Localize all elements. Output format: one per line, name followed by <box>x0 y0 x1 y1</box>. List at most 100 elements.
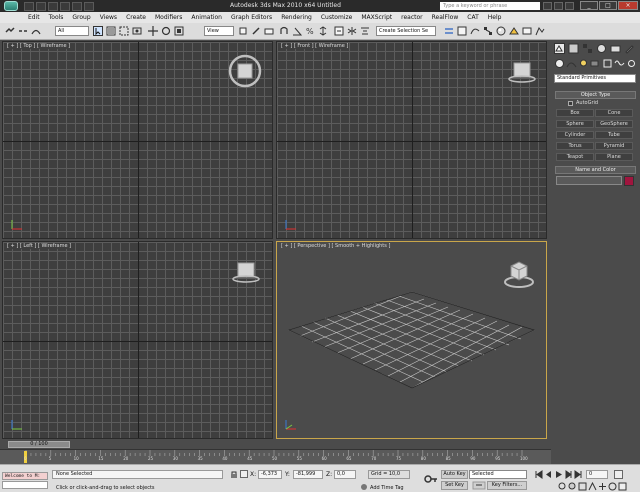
sphere-button[interactable]: Sphere <box>556 120 594 128</box>
mirror-icon[interactable] <box>347 26 357 36</box>
torus-button[interactable]: Torus <box>556 142 594 150</box>
viewport-top[interactable]: [ + ] [ Top ] [ Wireframe ] <box>2 41 273 239</box>
helpers-icon[interactable] <box>602 58 613 69</box>
viewcube-icon[interactable] <box>507 60 537 84</box>
object-category-select[interactable]: Standard Primitives <box>554 74 636 83</box>
lock-selection-icon[interactable] <box>230 470 238 479</box>
maximize-viewport-icon[interactable] <box>618 482 627 491</box>
viewcube-icon[interactable] <box>227 54 263 88</box>
named-selection-set-select[interactable]: Create Selection Se <box>376 26 436 36</box>
select-and-scale-icon[interactable] <box>174 26 184 36</box>
field-of-view-icon[interactable] <box>588 482 597 491</box>
minimize-button[interactable]: _ <box>580 1 598 10</box>
systems-icon[interactable] <box>626 58 637 69</box>
graphite-modeling-tools-icon[interactable] <box>457 26 467 36</box>
next-frame-icon[interactable] <box>564 470 573 479</box>
menu-realflow[interactable]: RealFlow <box>432 14 459 21</box>
search-input[interactable]: Type a keyword or phrase <box>440 2 540 10</box>
add-time-tag[interactable]: Add Time Tag <box>370 485 404 491</box>
pan-view-icon[interactable] <box>598 482 607 491</box>
menu-graph-editors[interactable]: Graph Editors <box>231 14 272 21</box>
zoom-extents-icon[interactable] <box>578 482 587 491</box>
bind-space-warp-icon[interactable] <box>31 26 41 36</box>
menu-create[interactable]: Create <box>126 14 146 21</box>
autogrid-checkbox[interactable]: AutoGrid <box>568 100 598 106</box>
plane-button[interactable]: Plane <box>595 153 633 161</box>
manipulate-icon[interactable] <box>251 26 261 36</box>
space-warps-icon[interactable] <box>614 58 625 69</box>
viewport-left[interactable]: [ + ] [ Left ] [ Wireframe ] <box>2 241 273 439</box>
curve-editor-icon[interactable] <box>470 26 480 36</box>
set-key-button[interactable]: Set Key <box>441 481 468 490</box>
rendered-frame-window-icon[interactable] <box>522 26 532 36</box>
menu-views[interactable]: Views <box>100 14 117 21</box>
lights-icon[interactable] <box>578 58 589 69</box>
object-type-rollout[interactable]: Object Type <box>555 91 636 99</box>
undo-icon[interactable] <box>60 1 70 11</box>
menu-maxscript[interactable]: MAXScript <box>361 14 392 21</box>
zoom-icon[interactable] <box>558 482 567 491</box>
viewcube-icon[interactable] <box>231 260 261 284</box>
app-logo-icon[interactable] <box>0 0 22 12</box>
angle-snap-icon[interactable] <box>292 26 302 36</box>
viewport-label-perspective[interactable]: [ + ] [ Perspective ] [ Smooth + Highlig… <box>280 243 392 249</box>
menu-help[interactable]: Help <box>488 14 502 21</box>
maxscript-listener-output[interactable] <box>2 481 48 489</box>
unlink-icon[interactable] <box>18 26 28 36</box>
selection-filter-select[interactable]: All <box>55 26 89 36</box>
orbit-icon[interactable] <box>608 482 617 491</box>
menu-group[interactable]: Group <box>72 14 90 21</box>
help-icon[interactable] <box>565 2 574 10</box>
project-folder-icon[interactable] <box>84 1 94 11</box>
save-file-icon[interactable] <box>48 1 58 11</box>
rectangular-selection-icon[interactable] <box>119 26 129 36</box>
keyboard-shortcut-icon[interactable] <box>264 26 274 36</box>
select-object-icon[interactable] <box>93 26 103 36</box>
cylinder-button[interactable]: Cylinder <box>556 131 594 139</box>
viewport-front[interactable]: [ + ] [ Front ] [ Wireframe ] <box>276 41 547 239</box>
maximize-button[interactable]: □ <box>599 1 617 10</box>
utilities-tab-icon[interactable] <box>624 43 635 54</box>
render-production-icon[interactable] <box>535 26 545 36</box>
create-tab-icon[interactable] <box>554 43 565 54</box>
object-color-swatch[interactable] <box>624 176 634 186</box>
viewport-label-front[interactable]: [ + ] [ Front ] [ Wireframe ] <box>280 43 350 49</box>
layer-manager-icon[interactable] <box>444 26 454 36</box>
menu-cat[interactable]: CAT <box>467 14 479 21</box>
select-and-link-icon[interactable] <box>5 26 15 36</box>
motion-tab-icon[interactable] <box>596 43 607 54</box>
spinner-snap-icon[interactable] <box>318 26 328 36</box>
z-coordinate[interactable]: 0,0 <box>334 470 356 479</box>
close-button[interactable]: × <box>618 1 638 10</box>
window-crossing-icon[interactable] <box>132 26 142 36</box>
favorites-star-icon[interactable] <box>554 2 563 10</box>
open-file-icon[interactable] <box>36 1 46 11</box>
viewcube-icon[interactable] <box>501 256 537 290</box>
display-tab-icon[interactable] <box>610 43 621 54</box>
hierarchy-tab-icon[interactable] <box>582 43 593 54</box>
select-and-rotate-icon[interactable] <box>161 26 171 36</box>
geometry-icon[interactable] <box>554 58 565 69</box>
percent-snap-icon[interactable]: % <box>305 26 315 36</box>
play-icon[interactable] <box>554 470 563 479</box>
redo-icon[interactable] <box>72 1 82 11</box>
object-name-input[interactable] <box>556 176 622 185</box>
time-configuration-icon[interactable] <box>614 470 623 479</box>
y-coordinate[interactable]: -81,999 <box>293 470 323 479</box>
x-coordinate[interactable]: -6,373 <box>258 470 282 479</box>
pivot-center-icon[interactable] <box>238 26 248 36</box>
reference-coordinate-select[interactable]: View <box>204 26 234 36</box>
menu-edit[interactable]: Edit <box>28 14 40 21</box>
menu-customize[interactable]: Customize <box>321 14 353 21</box>
tube-button[interactable]: Tube <box>595 131 633 139</box>
key-filters-button[interactable]: Key Filters... <box>487 481 527 490</box>
go-to-end-icon[interactable] <box>574 470 583 479</box>
autogrid-check-icon[interactable] <box>568 100 573 106</box>
edit-named-selection-icon[interactable] <box>334 26 344 36</box>
binoculars-icon[interactable] <box>543 2 552 10</box>
pyramid-button[interactable]: Pyramid <box>595 142 633 150</box>
viewport-perspective[interactable]: [ + ] [ Perspective ] [ Smooth + Highlig… <box>276 241 547 439</box>
box-button[interactable]: Box <box>556 109 594 117</box>
geosphere-button[interactable]: GeoSphere <box>595 120 633 128</box>
snaps-toggle-icon[interactable] <box>279 26 289 36</box>
